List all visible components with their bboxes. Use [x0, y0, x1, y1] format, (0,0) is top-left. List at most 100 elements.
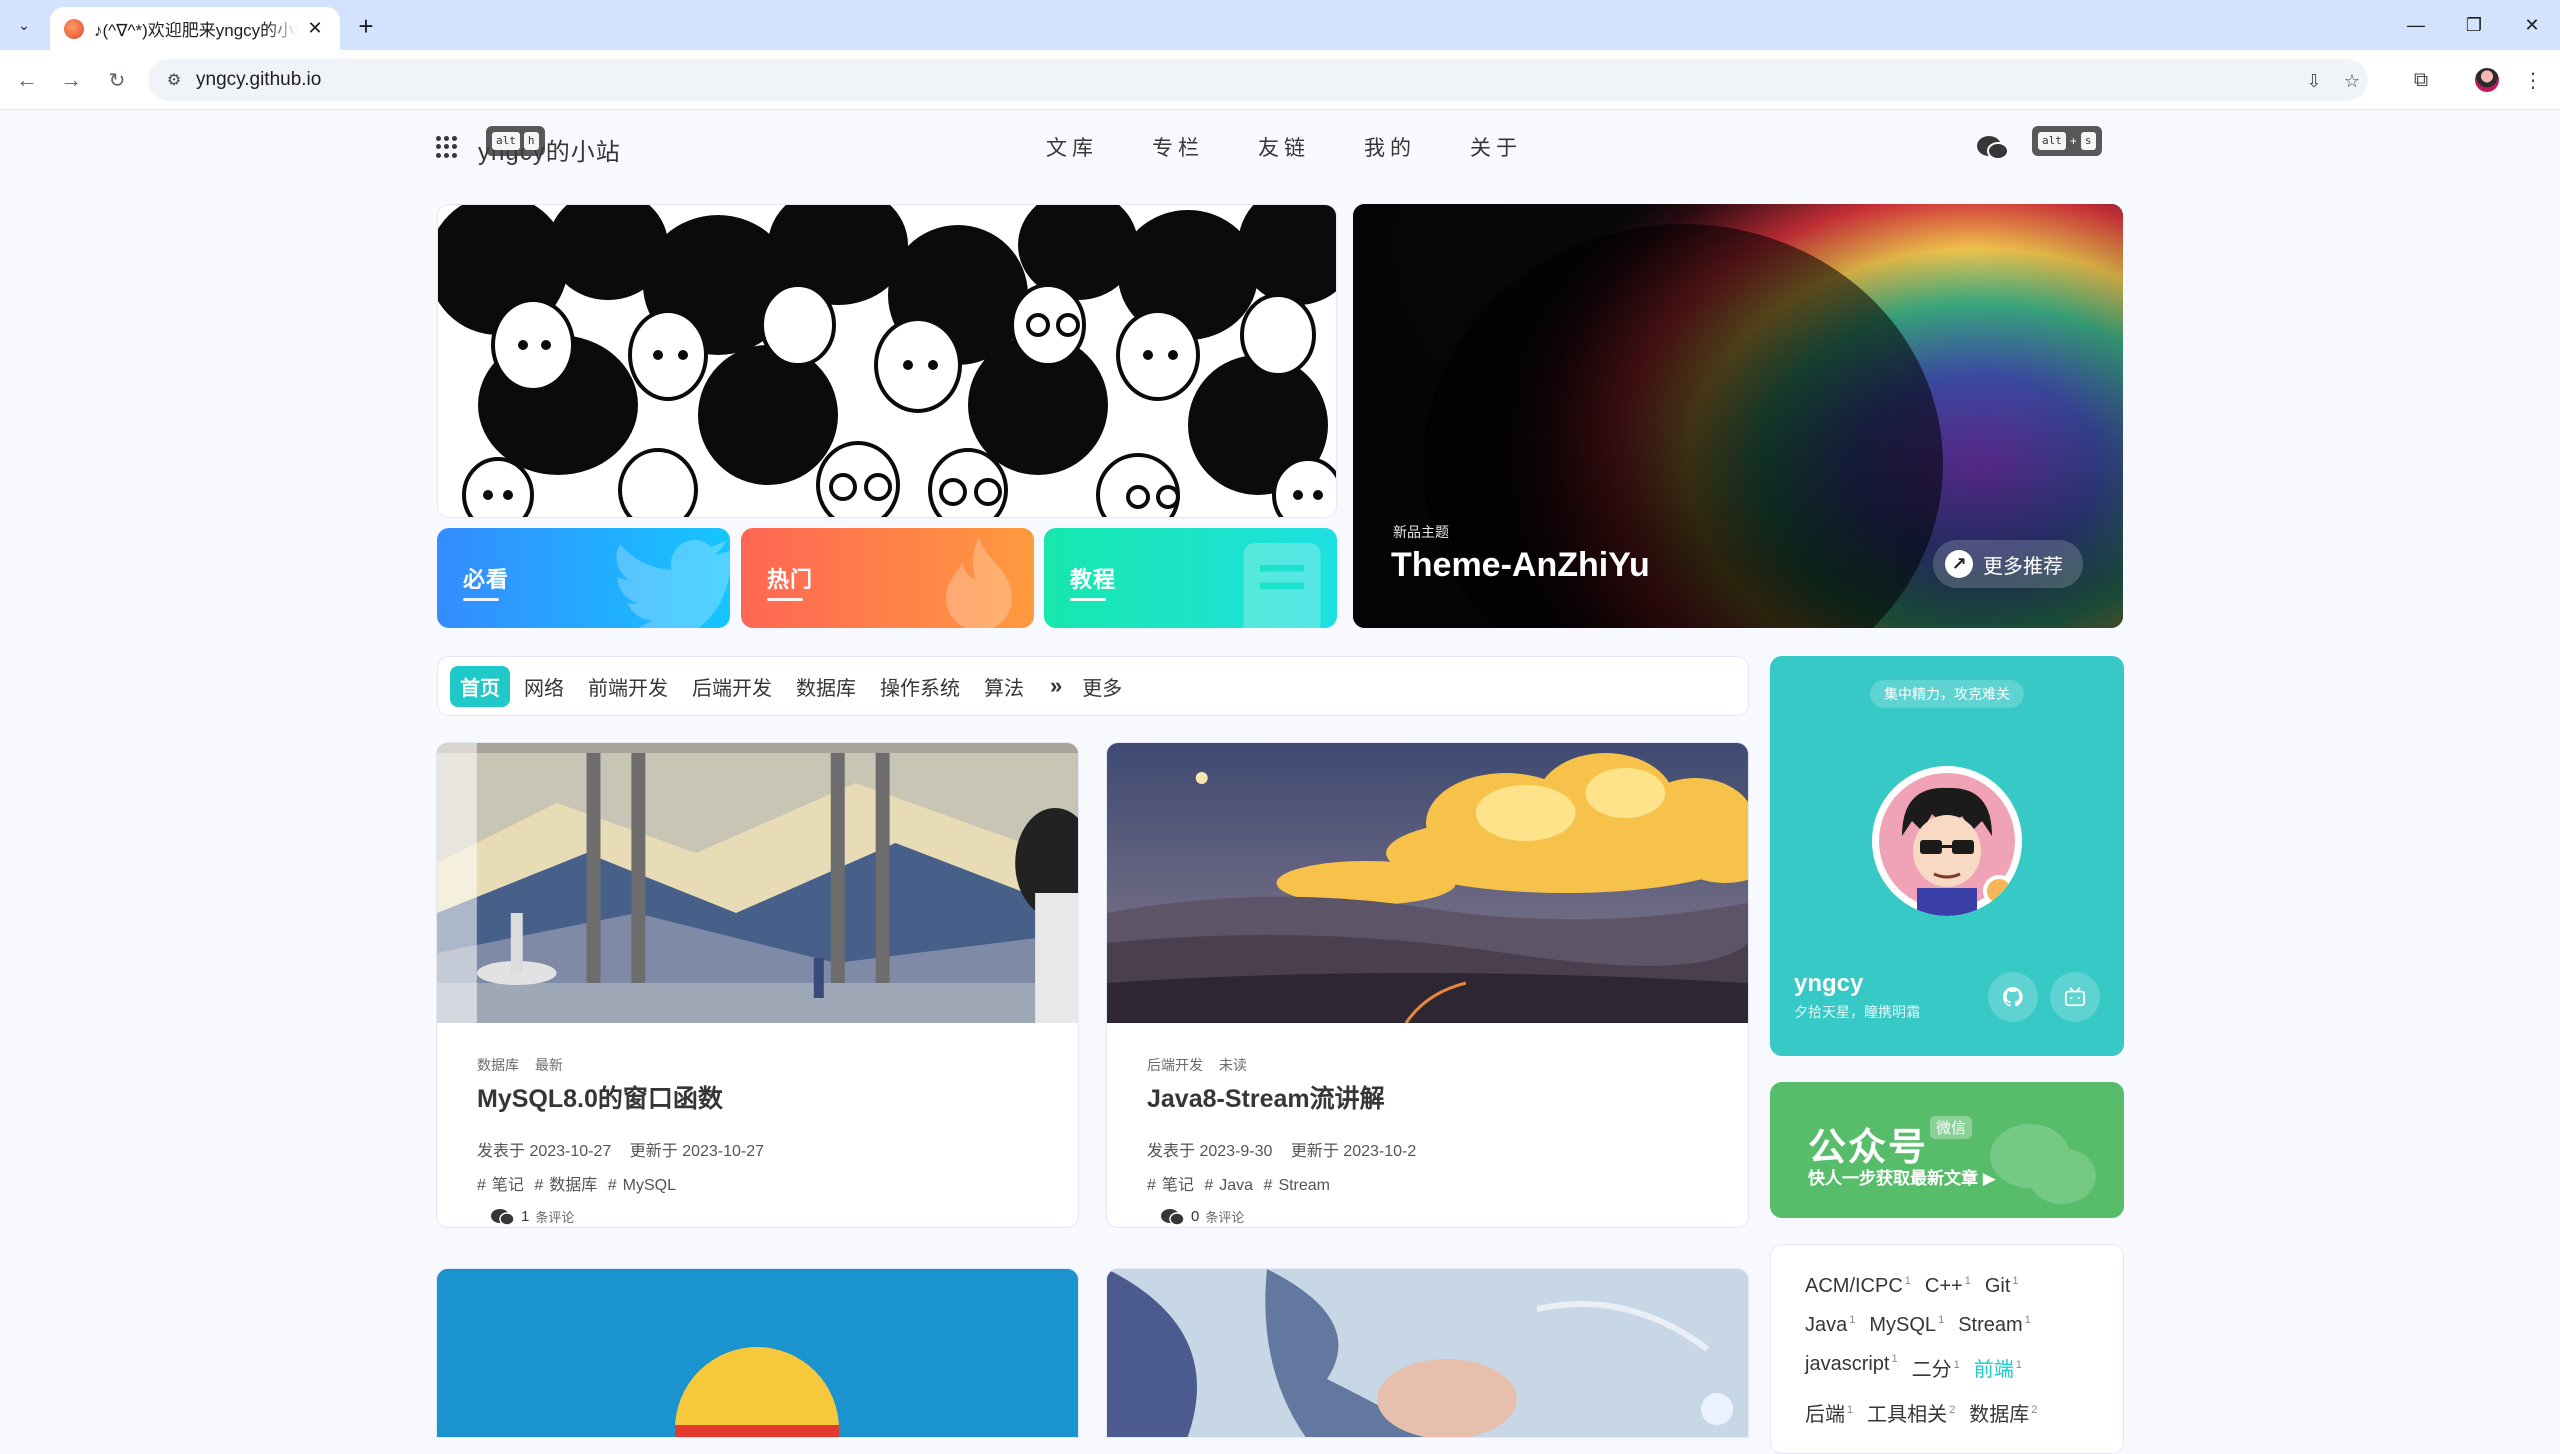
more-recommend-button[interactable]: ↗ 更多推荐	[1933, 540, 2083, 588]
site-info-icon[interactable]: ⚙	[162, 68, 186, 92]
tag-link[interactable]: MySQL 1	[1869, 1314, 1944, 1337]
url-text[interactable]: yngcy.github.io	[196, 69, 321, 91]
post-tag[interactable]: Stream	[1278, 1177, 1330, 1194]
category-card-must-read[interactable]: 必看	[437, 528, 730, 628]
address-bar[interactable]: ⚙ yngcy.github.io ⇩ ☆	[148, 59, 2368, 101]
comments-icon	[1161, 1208, 1185, 1226]
book-icon	[1243, 543, 1321, 628]
author-motto: 集中精力，攻克难关	[1870, 680, 2024, 708]
post-card[interactable]: 数据库 最新 MySQL8.0的窗口函数 发表于 2023-10-27 更新于 …	[436, 742, 1079, 1228]
comment-count: 1	[521, 1208, 530, 1225]
category-tab-database[interactable]: 数据库	[786, 666, 866, 707]
nav-library[interactable]: 文库	[1046, 132, 1098, 162]
tag-link[interactable]: C++ 1	[1925, 1275, 1971, 1298]
post-card[interactable]: 后端开发 未读 Java8-Stream流讲解 发表于 2023-9-30 更新…	[1106, 742, 1749, 1228]
back-button[interactable]: ←	[12, 65, 42, 95]
wechat-subtitle: 快人一步获取最新文章 ▶	[1808, 1169, 1996, 1188]
tag-link[interactable]: Stream 1	[1958, 1314, 2031, 1337]
post-category[interactable]: 后端开发	[1147, 1057, 1203, 1073]
post-dates: 发表于 2023-10-27 更新于 2023-10-27	[477, 1137, 778, 1161]
tag-link[interactable]: 前端 1	[1974, 1353, 2022, 1382]
bird-icon	[616, 540, 730, 628]
post-badge: 未读	[1218, 1057, 1247, 1073]
bilibili-icon[interactable]	[2050, 972, 2100, 1022]
category-tab-os[interactable]: 操作系统	[870, 666, 970, 707]
post-cover-image	[437, 743, 1078, 1023]
post-tag[interactable]: 数据库	[549, 1177, 597, 1194]
shortcut-hint-search: alt + s	[2032, 126, 2102, 156]
post-title[interactable]: Java8-Stream流讲解	[1147, 1079, 1385, 1115]
tab-title: ♪(^∇^*)欢迎肥来yngcy的小站	[94, 21, 298, 40]
restore-button[interactable]: ❐	[2454, 10, 2494, 40]
forward-button[interactable]: →	[56, 65, 86, 95]
post-comments[interactable]: 0 条评论	[1161, 1207, 1244, 1226]
hash-icon: #	[534, 1177, 544, 1194]
tag-link[interactable]: 数据库 2	[1969, 1398, 2037, 1427]
author-avatar[interactable]	[1872, 766, 2022, 916]
category-more-link[interactable]: 更多	[1072, 666, 1132, 707]
category-card-tutorial[interactable]: 教程	[1044, 528, 1337, 628]
new-tab-button[interactable]: +	[352, 11, 380, 41]
post-published: 发表于 2023-10-27	[477, 1143, 612, 1160]
wechat-icon	[1990, 1124, 2096, 1204]
hero-illustration-banner[interactable]	[437, 204, 1337, 518]
tag-link[interactable]: ACM/ICPC 1	[1805, 1275, 1911, 1298]
close-window-button[interactable]: ✕	[2512, 10, 2552, 40]
main-nav: 文库 专栏 友链 我的 关于	[1046, 132, 1522, 162]
post-comments[interactable]: 1 条评论	[491, 1207, 574, 1226]
post-tag[interactable]: 笔记	[1162, 1177, 1194, 1194]
post-cover-image	[1107, 1269, 1748, 1437]
minimize-button[interactable]: —	[2396, 10, 2436, 40]
reload-button[interactable]: ↻	[102, 65, 132, 95]
extensions-icon[interactable]: ⧉	[2406, 65, 2436, 95]
tag-link[interactable]: javascript 1	[1805, 1353, 1898, 1382]
profile-avatar[interactable]	[2472, 65, 2502, 95]
post-updated: 更新于 2023-10-2	[1290, 1143, 1417, 1160]
post-title[interactable]: MySQL8.0的窗口函数	[477, 1079, 723, 1115]
post-tag[interactable]: 笔记	[492, 1177, 524, 1194]
post-tag[interactable]: Java	[1219, 1177, 1253, 1194]
tag-link[interactable]: 后端 1	[1805, 1398, 1853, 1427]
kbd-plus: +	[2069, 134, 2077, 148]
chat-icon[interactable]	[1976, 134, 2010, 162]
browser-menu-icon[interactable]: ⋮	[2518, 65, 2548, 95]
tag-link[interactable]: Java 1	[1805, 1314, 1855, 1337]
post-card[interactable]	[1106, 1268, 1749, 1438]
browser-tab-strip: ⌄ ♪(^∇^*)欢迎肥来yngcy的小站 ✕ + — ❐ ✕	[0, 0, 2560, 50]
nav-columns[interactable]: 专栏	[1152, 132, 1204, 162]
nav-about[interactable]: 关于	[1470, 132, 1522, 162]
post-category[interactable]: 数据库	[477, 1057, 519, 1073]
nav-friends[interactable]: 友链	[1258, 132, 1310, 162]
category-tab-network[interactable]: 网络	[514, 666, 574, 707]
double-chevron-right-icon[interactable]: »	[1050, 673, 1062, 699]
category-tab-home[interactable]: 首页	[450, 665, 510, 707]
tag-link[interactable]: Git 1	[1985, 1275, 2019, 1298]
tag-link[interactable]: 二分 1	[1912, 1353, 1960, 1382]
wechat-promo-card[interactable]: 公众号 微信 快人一步获取最新文章 ▶	[1770, 1082, 2124, 1218]
active-tab[interactable]: ♪(^∇^*)欢迎肥来yngcy的小站 ✕	[50, 7, 340, 50]
category-tab-backend[interactable]: 后端开发	[682, 666, 782, 707]
category-card-hot[interactable]: 热门	[741, 528, 1034, 628]
apps-grid-icon[interactable]	[436, 136, 458, 158]
install-app-icon[interactable]: ⇩	[2300, 67, 2328, 95]
category-tab-frontend[interactable]: 前端开发	[578, 666, 678, 707]
tag-link[interactable]: 工具相关 2	[1867, 1398, 1955, 1427]
category-bar: 首页 网络 前端开发 后端开发 数据库 操作系统 算法 » 更多	[437, 656, 1749, 716]
wechat-title: 公众号	[1808, 1127, 1929, 1169]
post-card[interactable]	[436, 1268, 1079, 1438]
category-card-label: 必看	[463, 562, 509, 601]
post-tag[interactable]: MySQL	[623, 1177, 676, 1194]
github-icon[interactable]	[1988, 972, 2038, 1022]
kbd-key: alt	[2038, 132, 2066, 150]
bookmark-star-icon[interactable]: ☆	[2338, 67, 2366, 95]
comment-suffix: 条评论	[1205, 1210, 1245, 1225]
close-tab-icon[interactable]: ✕	[304, 18, 326, 40]
nav-mine[interactable]: 我的	[1364, 132, 1416, 162]
site-favicon-icon	[64, 18, 84, 39]
fire-icon	[946, 537, 1012, 628]
tab-search-button[interactable]: ⌄	[10, 12, 38, 38]
author-name[interactable]: yngcy	[1794, 970, 1863, 998]
category-tab-algorithm[interactable]: 算法	[974, 666, 1034, 707]
category-card-label: 教程	[1070, 562, 1116, 601]
featured-theme-banner[interactable]: 新品主题 Theme-AnZhiYu ↗ 更多推荐	[1353, 204, 2123, 628]
